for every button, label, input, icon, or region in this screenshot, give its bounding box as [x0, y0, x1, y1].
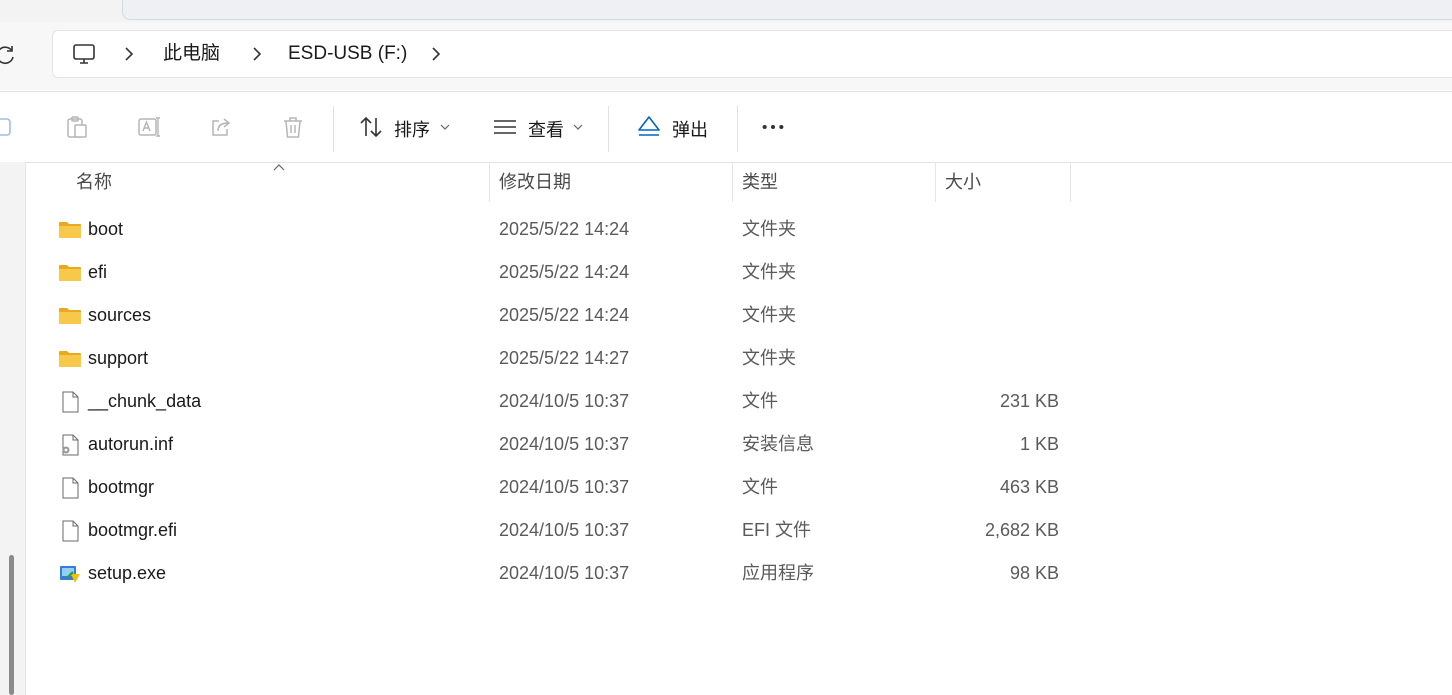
chevron-right-icon[interactable]	[247, 44, 267, 64]
tab-strip	[0, 0, 1452, 22]
file-date: 2024/10/5 10:37	[499, 391, 630, 411]
address-bar[interactable]: 此电脑 ESD-USB (F:)	[52, 30, 1452, 78]
file-size: 1 KB	[1019, 434, 1059, 454]
sort-button[interactable]: 排序	[356, 92, 456, 162]
share-icon[interactable]	[208, 114, 234, 140]
folder-icon	[58, 218, 82, 242]
breadcrumb-this-pc[interactable]: 此电脑	[163, 31, 220, 77]
file-type: 文件	[742, 477, 778, 497]
file-type: 应用程序	[742, 563, 814, 583]
file-name: setup.exe	[88, 563, 167, 583]
file-name: autorun.inf	[88, 434, 174, 454]
folder-icon	[58, 261, 82, 285]
this-pc-icon[interactable]	[71, 41, 97, 67]
column-separator[interactable]	[1070, 162, 1071, 202]
file-row[interactable]: __chunk_data 2024/10/5 10:37 文件 231 KB	[50, 380, 1070, 423]
file-date: 2024/10/5 10:37	[499, 477, 630, 497]
file-size: 2,682 KB	[984, 520, 1059, 540]
copy-icon[interactable]	[0, 114, 16, 140]
file-date: 2024/10/5 10:37	[499, 563, 630, 583]
file-size: 231 KB	[999, 391, 1059, 411]
file-name: bootmgr.efi	[88, 520, 178, 540]
chevron-right-icon[interactable]	[119, 44, 139, 64]
refresh-icon[interactable]	[0, 42, 18, 68]
file-date: 2025/5/22 14:24	[499, 262, 630, 282]
file-date: 2025/5/22 14:27	[499, 348, 630, 368]
file-date: 2024/10/5 10:37	[499, 520, 630, 540]
file-type: 文件夹	[742, 305, 796, 325]
active-tab[interactable]	[122, 0, 1452, 20]
file-icon	[58, 390, 82, 414]
setup-exe-icon	[58, 562, 82, 586]
file-row[interactable]: boot 2025/5/22 14:24 文件夹	[50, 208, 1070, 251]
chevron-down-icon	[573, 124, 583, 130]
file-date: 2025/5/22 14:24	[499, 305, 630, 325]
file-type: 文件夹	[742, 219, 796, 239]
file-date: 2024/10/5 10:37	[499, 434, 630, 454]
folder-icon	[58, 347, 82, 371]
delete-icon[interactable]	[280, 114, 306, 140]
more-options-icon[interactable]	[760, 114, 786, 140]
view-label: 查看	[528, 120, 564, 140]
file-row[interactable]: bootmgr.efi 2024/10/5 10:37 EFI 文件 2,682…	[50, 509, 1070, 552]
file-size: 98 KB	[1009, 563, 1059, 583]
column-header-name[interactable]: 名称	[76, 162, 112, 202]
column-header-size[interactable]: 大小	[945, 162, 981, 202]
column-separator[interactable]	[732, 162, 733, 202]
paste-icon[interactable]	[64, 114, 90, 140]
file-size: 463 KB	[999, 477, 1059, 497]
file-name: bootmgr	[88, 477, 155, 497]
rename-icon[interactable]	[136, 114, 162, 140]
file-type: 文件夹	[742, 348, 796, 368]
nav-scrollbar-thumb[interactable]	[9, 555, 14, 695]
file-type: 安装信息	[742, 434, 814, 454]
column-separator[interactable]	[489, 162, 490, 202]
sort-up-caret-icon	[273, 164, 285, 171]
file-row[interactable]: bootmgr 2024/10/5 10:37 文件 463 KB	[50, 466, 1070, 509]
chevron-right-icon[interactable]	[426, 44, 446, 64]
file-name: __chunk_data	[88, 391, 202, 411]
toolbar-separator	[333, 106, 334, 152]
sort-icon	[360, 116, 382, 138]
file-row[interactable]: autorun.inf 2024/10/5 10:37 安装信息 1 KB	[50, 423, 1070, 466]
file-date: 2025/5/22 14:24	[499, 219, 630, 239]
column-separator[interactable]	[935, 162, 936, 202]
view-button[interactable]: 查看	[490, 92, 590, 162]
file-icon	[58, 476, 82, 500]
address-row: 此电脑 ESD-USB (F:)	[0, 22, 1452, 90]
eject-label: 弹出	[672, 120, 708, 140]
file-type: EFI 文件	[742, 520, 812, 540]
file-row[interactable]: efi 2025/5/22 14:24 文件夹	[50, 251, 1070, 294]
file-type: 文件夹	[742, 262, 796, 282]
toolbar-separator	[737, 106, 738, 152]
chevron-down-icon	[440, 124, 450, 130]
toolbar-separator	[608, 106, 609, 152]
eject-button[interactable]: 弹出	[636, 92, 726, 162]
file-icon	[58, 519, 82, 543]
file-name: efi	[88, 262, 108, 282]
sort-label: 排序	[394, 120, 430, 140]
file-type: 文件	[742, 391, 778, 411]
folder-icon	[58, 304, 82, 328]
file-row[interactable]: support 2025/5/22 14:27 文件夹	[50, 337, 1070, 380]
file-name: support	[88, 348, 149, 368]
eject-icon	[638, 116, 660, 136]
command-bar: 排序 查看 弹出	[0, 91, 1452, 163]
column-header-type[interactable]: 类型	[742, 162, 778, 202]
view-icon	[494, 120, 516, 134]
file-row[interactable]: setup.exe 2024/10/5 10:37 应用程序 98 KB	[50, 552, 1070, 595]
file-row[interactable]: sources 2025/5/22 14:24 文件夹	[50, 294, 1070, 337]
column-header-date[interactable]: 修改日期	[499, 162, 571, 202]
file-name: sources	[88, 305, 152, 325]
settings-file-icon	[58, 433, 82, 457]
file-name: boot	[88, 219, 124, 239]
breadcrumb-drive[interactable]: ESD-USB (F:)	[288, 31, 407, 77]
